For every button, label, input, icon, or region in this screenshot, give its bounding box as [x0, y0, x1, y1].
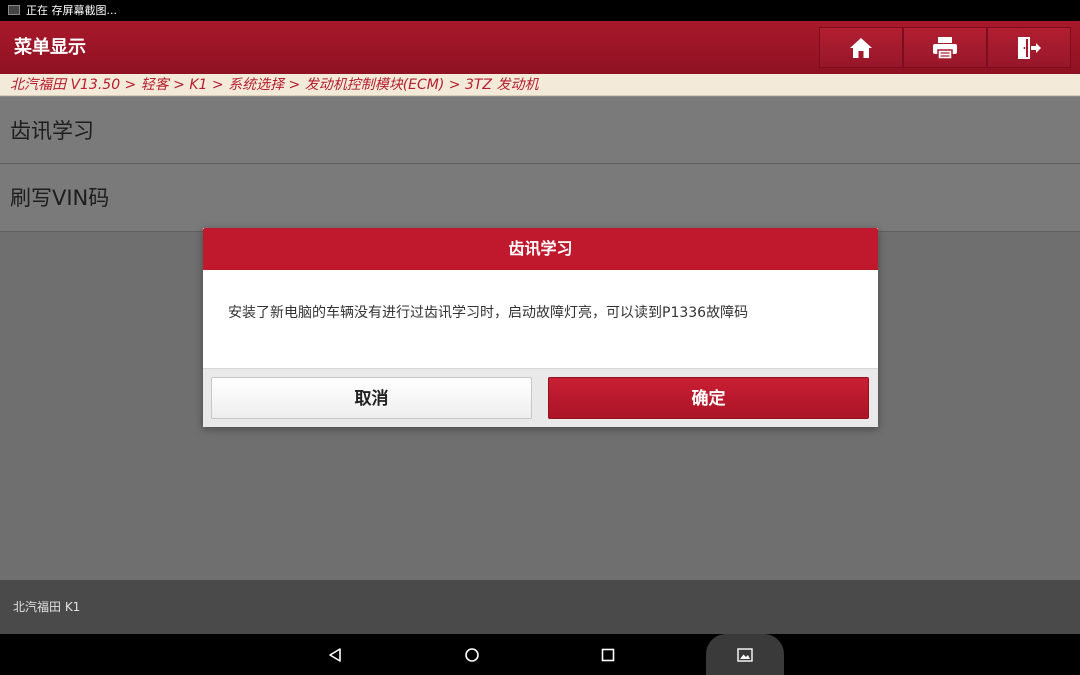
app-header: 菜单显示 [0, 21, 1080, 74]
notification-icon [8, 5, 20, 15]
nav-home-button[interactable] [442, 634, 502, 675]
exit-icon [1018, 36, 1041, 59]
footer-vehicle-info: 北汽福田 K1 [0, 580, 1080, 634]
print-icon [933, 36, 957, 60]
status-text: 正在 存屏幕截图... [26, 4, 117, 17]
home-icon [850, 37, 872, 58]
dialog-actions: 取消 确定 [203, 368, 878, 427]
recents-icon [601, 648, 615, 661]
back-icon [329, 647, 341, 662]
navigation-bar [0, 634, 1080, 675]
breadcrumb[interactable]: 北汽福田 V13.50 > 轻客 > K1 > 系统选择 > 发动机控制模块(E… [0, 74, 1080, 96]
screenshot-icon [737, 647, 753, 662]
print-button[interactable] [903, 27, 987, 68]
dialog-message: 安装了新电脑的车辆没有进行过齿讯学习时，启动故障灯亮，可以读到P1336故障码 [228, 305, 749, 321]
status-bar: 正在 存屏幕截图... [0, 0, 1080, 21]
cancel-button[interactable]: 取消 [211, 377, 532, 419]
home-button[interactable] [819, 27, 903, 68]
page-title: 菜单显示 [14, 37, 86, 58]
screenshot-button[interactable] [706, 634, 784, 675]
circle-home-icon [465, 647, 479, 662]
recents-button[interactable] [578, 634, 638, 675]
confirm-button[interactable]: 确定 [548, 377, 869, 419]
back-button[interactable] [305, 634, 365, 675]
dialog-title: 齿讯学习 [203, 228, 878, 270]
menu-item-tooth-learning[interactable]: 齿讯学习 [0, 96, 1080, 164]
menu-list: 齿讯学习 刷写VIN码 [0, 96, 1080, 232]
menu-item-write-vin[interactable]: 刷写VIN码 [0, 164, 1080, 232]
info-dialog: 齿讯学习 安装了新电脑的车辆没有进行过齿讯学习时，启动故障灯亮，可以读到P133… [203, 228, 878, 427]
exit-button[interactable] [987, 27, 1071, 68]
